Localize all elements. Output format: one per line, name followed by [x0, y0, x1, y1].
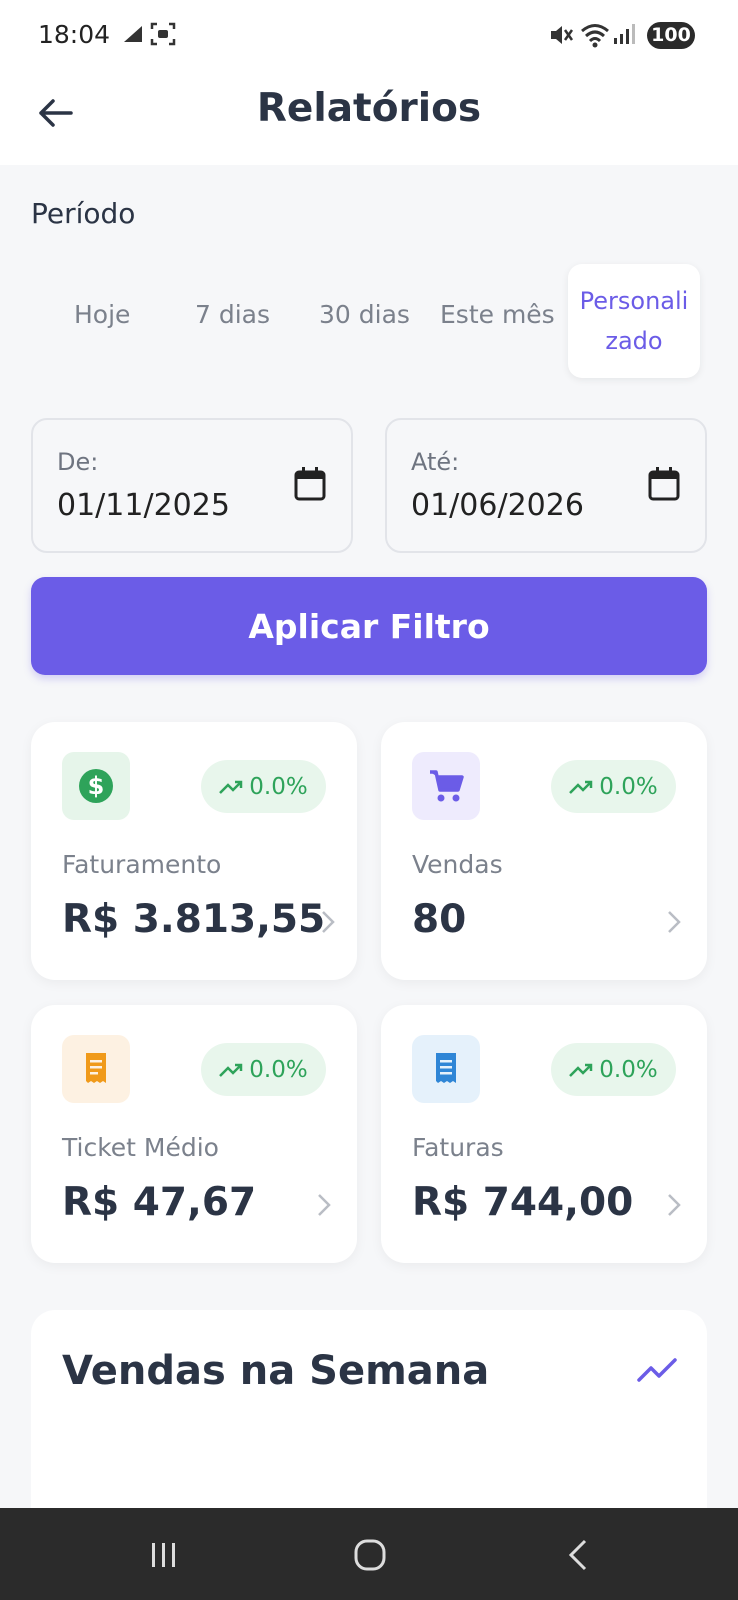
tab-30-dias[interactable]: 30 dias [319, 300, 410, 329]
trend-badge: 0.0% [201, 1043, 326, 1096]
period-label: Período [31, 197, 136, 230]
tab-personalizado[interactable]: Personali zado [568, 264, 700, 378]
date-from-field[interactable]: De: 01/11/2025 [31, 418, 353, 553]
date-to-value: 01/06/2026 [411, 488, 584, 523]
tab-7-dias[interactable]: 7 dias [195, 300, 270, 329]
card-value: R$ 47,67 [62, 1180, 257, 1225]
signal-boost-icon [122, 22, 144, 48]
card-label: Faturamento [62, 850, 222, 879]
chevron-right-icon [317, 1193, 331, 1221]
calendar-icon[interactable] [647, 466, 681, 506]
trending-up-icon [219, 780, 243, 794]
card-vendas[interactable]: 0.0% Vendas 80 [381, 722, 707, 980]
tab-hoje[interactable]: Hoje [74, 300, 130, 329]
card-label: Faturas [412, 1133, 504, 1162]
trending-up-icon [569, 1063, 593, 1077]
card-value: 80 [412, 897, 467, 942]
card-label: Ticket Médio [62, 1133, 219, 1162]
trend-badge: 0.0% [201, 760, 326, 813]
cell-signal-icon [612, 22, 636, 50]
calendar-icon[interactable] [293, 466, 327, 506]
trend-value: 0.0% [249, 773, 308, 800]
card-faturas[interactable]: 0.0% Faturas R$ 744,00 [381, 1005, 707, 1263]
card-value: R$ 3.813,55 [62, 897, 326, 942]
chevron-right-icon [667, 1193, 681, 1221]
card-value: R$ 744,00 [412, 1180, 634, 1225]
system-nav-bar [0, 1508, 738, 1600]
tab-personalizado-label: Personali zado [579, 287, 689, 355]
battery-indicator: 100 [647, 22, 695, 49]
chevron-left-icon [568, 1539, 587, 1571]
home-button[interactable] [345, 1530, 395, 1580]
trend-badge: 0.0% [551, 760, 676, 813]
trending-up-icon [219, 1063, 243, 1077]
page-title: Relatórios [256, 86, 482, 131]
trend-value: 0.0% [599, 773, 658, 800]
apply-filter-button[interactable]: Aplicar Filtro [31, 577, 707, 675]
mute-icon [548, 22, 574, 52]
card-faturamento[interactable]: $ 0.0% Faturamento R$ 3.813,55 [31, 722, 357, 980]
trending-up-icon [569, 780, 593, 794]
date-to-label: Até: [411, 448, 460, 476]
date-from-value: 01/11/2025 [57, 488, 230, 523]
dollar-icon: $ [62, 752, 130, 820]
svg-text:$: $ [88, 772, 105, 800]
invoice-icon [412, 1035, 480, 1103]
receipt-icon [62, 1035, 130, 1103]
status-bar: 18:04 100 [0, 0, 738, 70]
screenshot-icon [150, 22, 176, 50]
trend-badge: 0.0% [551, 1043, 676, 1096]
chevron-right-icon [321, 910, 335, 938]
weekly-sales-title: Vendas na Semana [62, 1348, 490, 1394]
system-back-button[interactable] [553, 1530, 603, 1580]
trend-value: 0.0% [599, 1056, 658, 1083]
date-from-label: De: [57, 448, 99, 476]
card-label: Vendas [412, 850, 503, 879]
trend-value: 0.0% [249, 1056, 308, 1083]
card-ticket-medio[interactable]: 0.0% Ticket Médio R$ 47,67 [31, 1005, 357, 1263]
home-icon [354, 1539, 386, 1571]
trending-up-icon [637, 1356, 677, 1386]
wifi-icon [580, 22, 610, 52]
date-to-field[interactable]: Até: 01/06/2026 [385, 418, 707, 553]
tab-este-mes[interactable]: Este mês [440, 300, 555, 329]
status-time: 18:04 [38, 20, 111, 49]
recent-apps-icon [152, 1543, 175, 1567]
app-header: Relatórios [0, 70, 738, 165]
recent-apps-button[interactable] [139, 1530, 189, 1580]
cart-icon [412, 752, 480, 820]
chevron-right-icon [667, 910, 681, 938]
